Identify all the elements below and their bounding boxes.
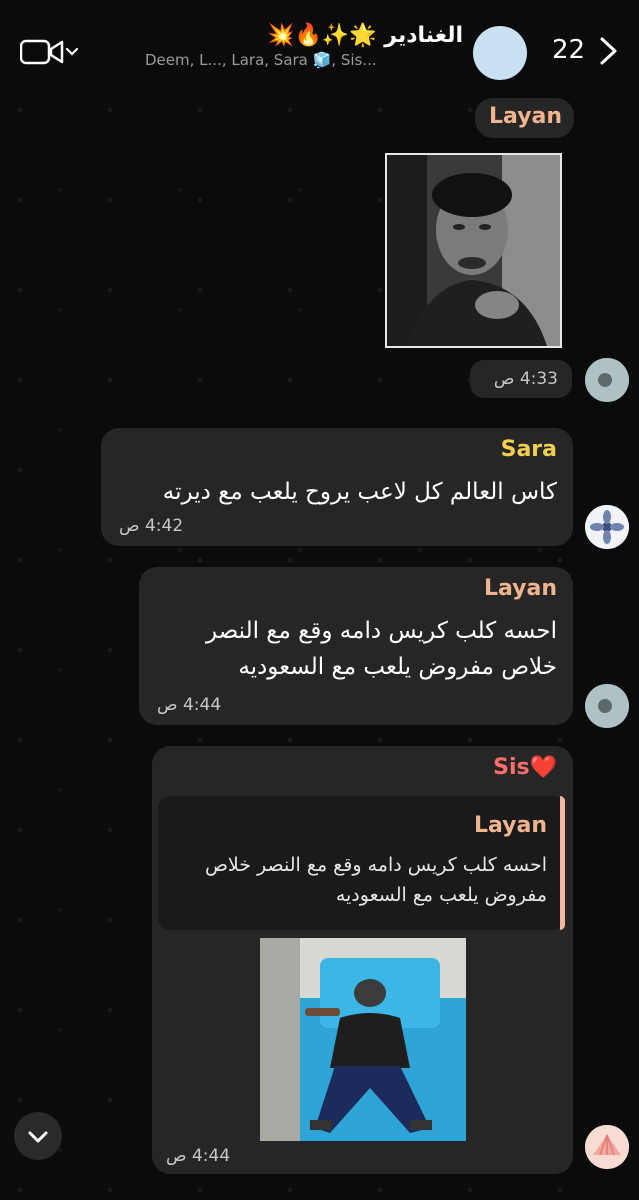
sender-name: Layan	[483, 576, 557, 601]
group-members: Deem, L..., Lara, Sara 🧊, Sis...	[145, 51, 377, 69]
shell-avatar-image	[585, 1125, 629, 1169]
message-text-line-2: خلاص مفروض يلعب مع السعوديه	[238, 654, 557, 680]
flower-avatar-image	[585, 505, 629, 549]
photo-message[interactable]	[385, 153, 562, 348]
sender-avatar[interactable]	[585, 1125, 629, 1169]
sender-tag: Layan	[475, 98, 574, 138]
reply-photo-message[interactable]: Sis❤️ Layan احسه كلب كريس دامه وقع مع ال…	[152, 746, 573, 1174]
group-avatar[interactable]	[473, 26, 527, 80]
avatar-image	[585, 684, 629, 728]
chevron-right-icon	[600, 37, 617, 65]
message-time: 4:33 ص	[493, 369, 558, 389]
message-time: 4:44 ص	[157, 695, 222, 715]
text-message[interactable]: Layan احسه كلب كريس دامه وقع مع النصر خل…	[139, 567, 573, 725]
sender-avatar[interactable]	[585, 505, 629, 549]
sender-name: Layan	[489, 104, 563, 129]
message-text: كاس العالم كل لاعب يروح يلعب مع ديرته	[162, 479, 557, 505]
chevron-down-icon	[28, 1131, 48, 1143]
reply-accent-bar	[560, 796, 565, 930]
sender-avatar[interactable]	[585, 684, 629, 728]
message-time: 4:42 ص	[119, 516, 184, 536]
unread-count: 22	[552, 35, 586, 65]
chat-title-area[interactable]: الغنادير 🌟✨🔥💥 Deem, L..., Lara, Sara 🧊, …	[145, 22, 463, 70]
text-message[interactable]: Sara كاس العالم كل لاعب يروح يلعب مع دير…	[101, 428, 573, 546]
reply-sender-name: Layan	[473, 813, 547, 838]
sender-name: Sis❤️	[493, 755, 557, 780]
time-bubble: 4:33 ص	[470, 360, 572, 398]
message-time: 4:44 ص	[166, 1146, 231, 1166]
portrait-photo	[387, 155, 560, 346]
sender-name: Sara	[500, 437, 557, 462]
video-camera-icon	[19, 39, 79, 65]
sender-avatar[interactable]	[585, 358, 629, 402]
message-text-line-1: احسه كلب كريس دامه وقع مع النصر	[206, 618, 557, 644]
scroll-to-bottom-button[interactable]	[14, 1112, 62, 1160]
video-call-button[interactable]	[19, 36, 82, 68]
chat-header: الغنادير 🌟✨🔥💥 Deem, L..., Lara, Sara 🧊, …	[0, 0, 639, 90]
back-button[interactable]	[596, 36, 622, 66]
hospital-photo	[260, 938, 466, 1141]
quoted-reply[interactable]: Layan احسه كلب كريس دامه وقع مع النصر خل…	[158, 796, 565, 930]
reply-text-line-1: احسه كلب كريس دامه وقع مع النصر خلاص	[204, 854, 547, 876]
photo-attachment[interactable]	[260, 938, 466, 1141]
reply-text-line-2: مفروض يلعب مع السعوديه	[335, 884, 547, 906]
avatar-image	[585, 358, 629, 402]
group-title: الغنادير 🌟✨🔥💥	[267, 23, 463, 48]
